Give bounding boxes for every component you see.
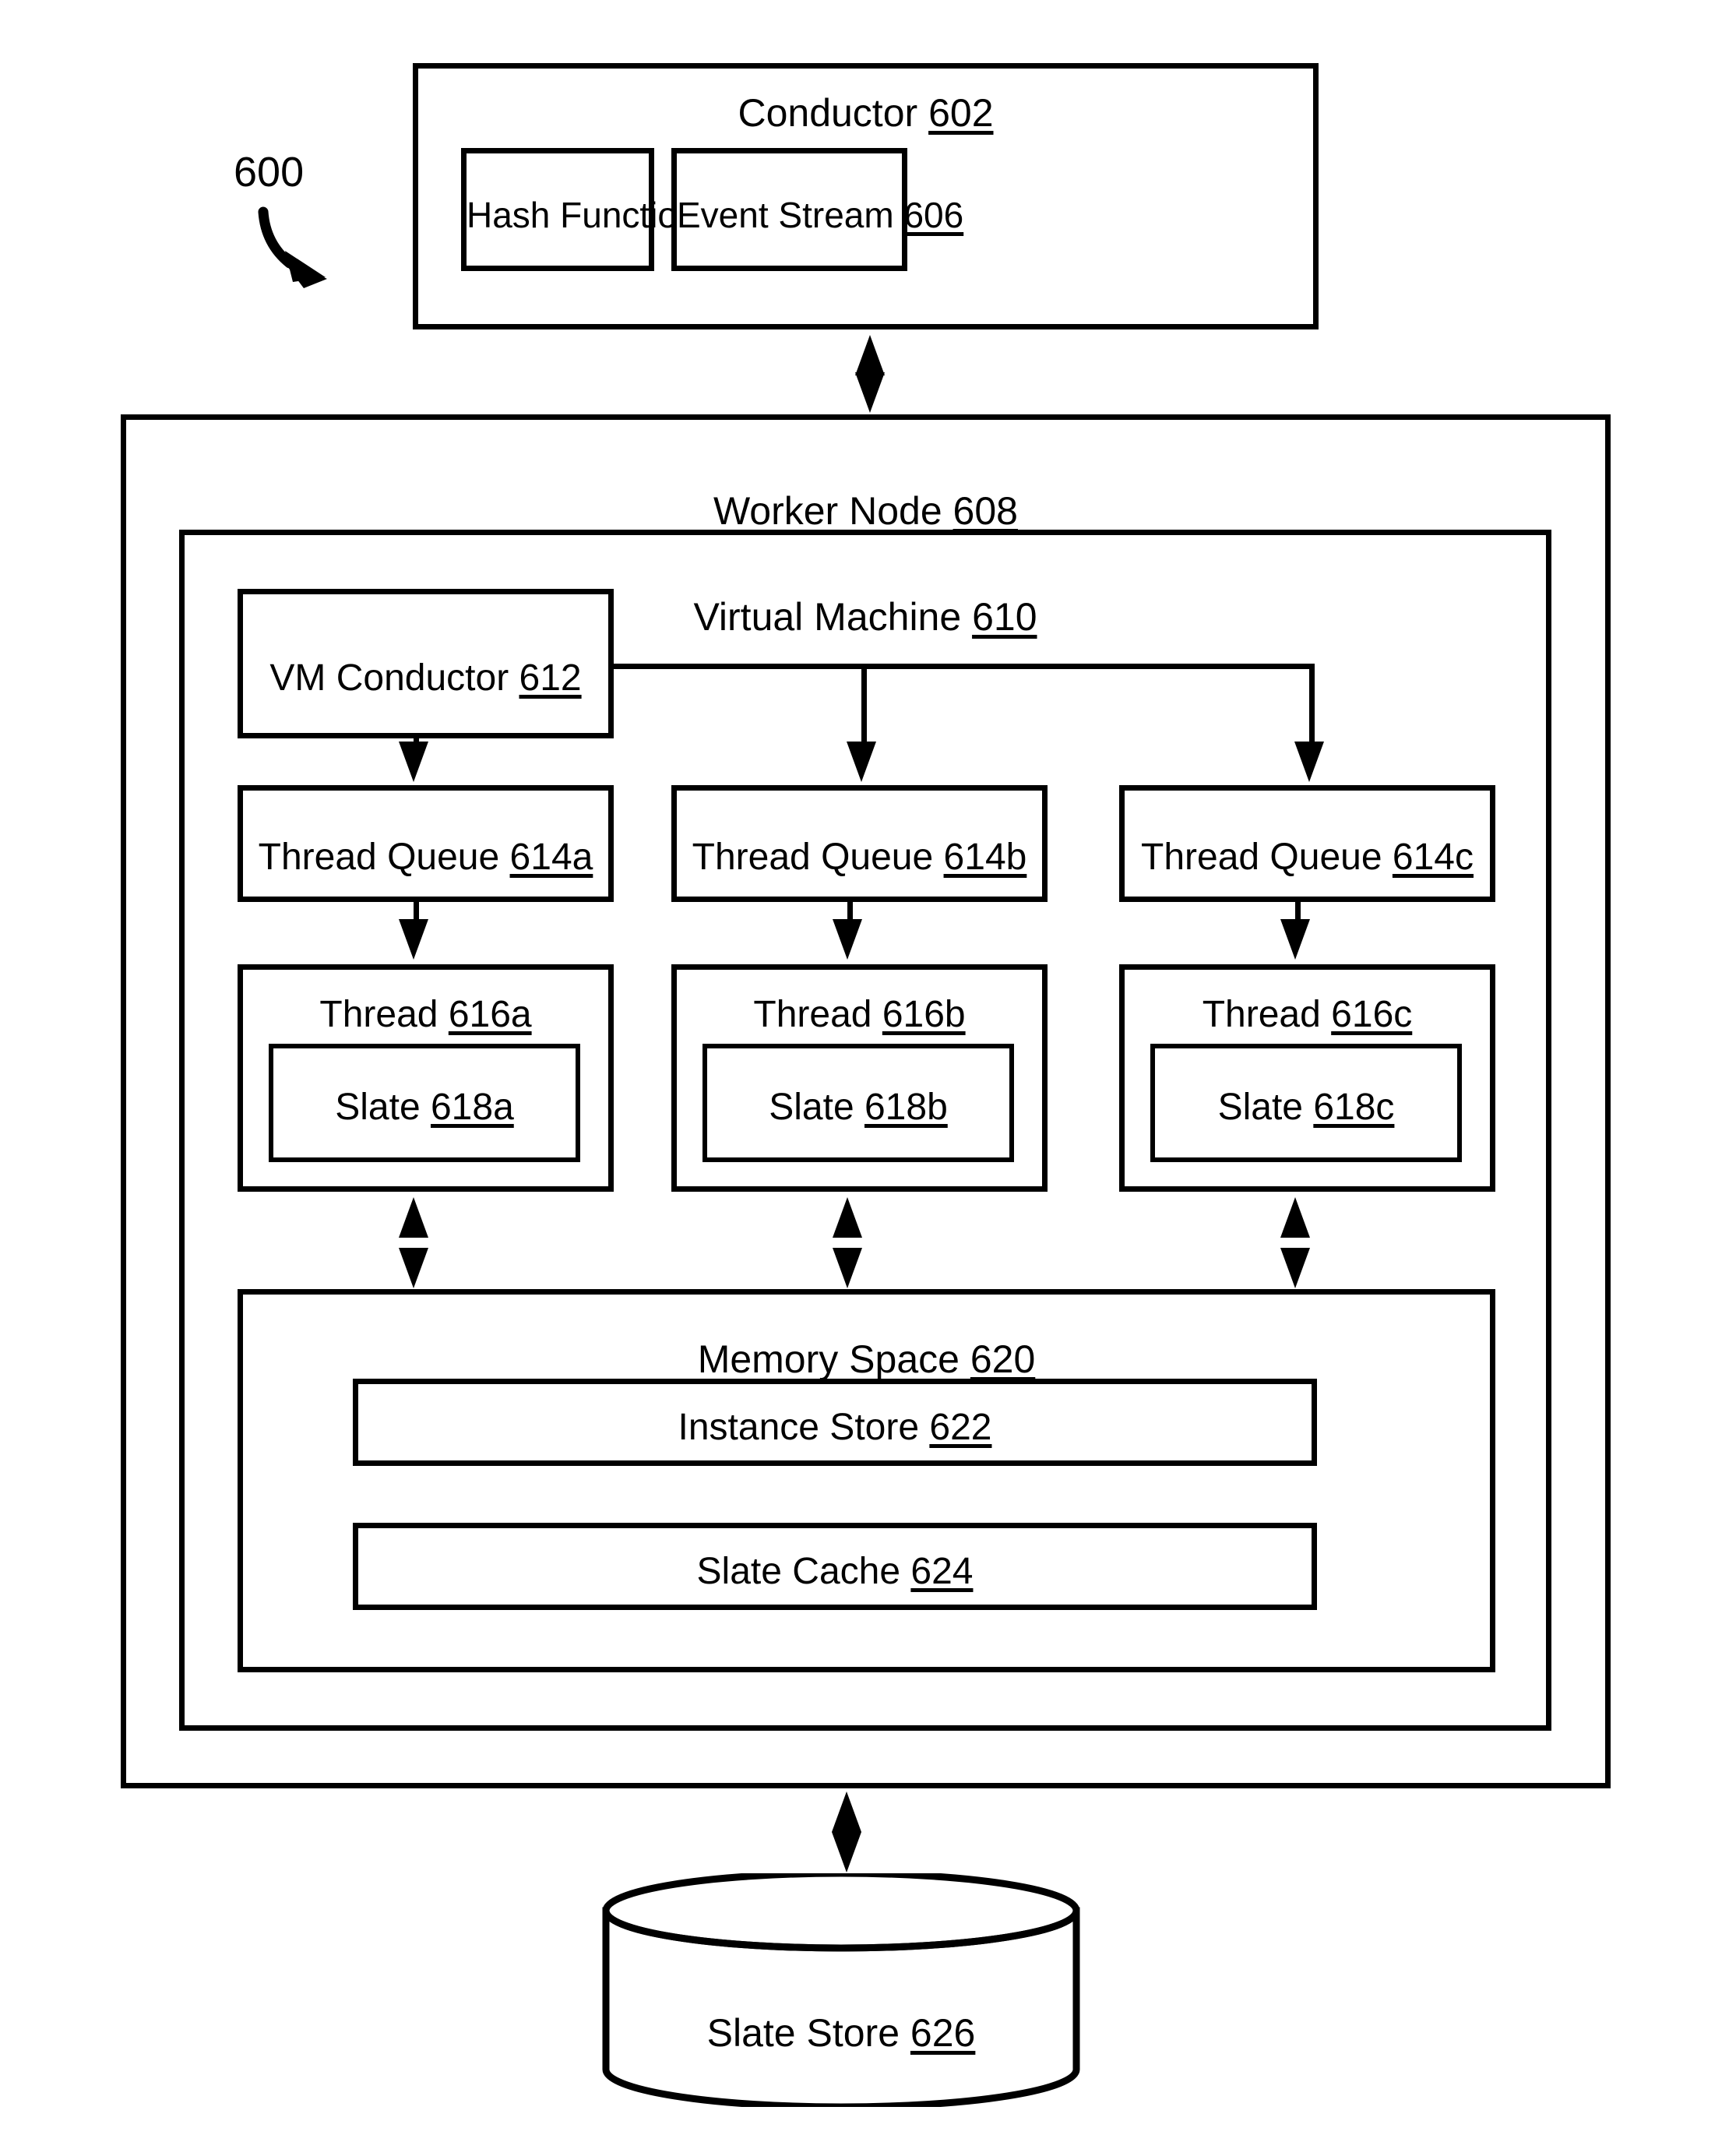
arrow-to-thread-queue-c-icon — [1294, 742, 1324, 782]
arrow-to-thread-a-icon — [399, 919, 428, 960]
slate-store-label: Slate Store 626 — [600, 2013, 1083, 2052]
instance-store-box: Instance Store 622 — [353, 1379, 1317, 1466]
slate-store-number: 626 — [910, 2011, 976, 2055]
slate-c-number: 618c — [1313, 1087, 1395, 1128]
slate-b-number: 618b — [864, 1087, 948, 1128]
database-cylinder-icon — [602, 1873, 1080, 2107]
thread-queue-c-label-text: Thread Queue — [1141, 837, 1382, 878]
memory-space-box: Memory Space 620 — [238, 1289, 1495, 1672]
vm-conductor-bus-line — [614, 664, 1315, 669]
thread-c-label: Thread 616c — [1125, 996, 1490, 1034]
slate-b-label: Slate 618b — [707, 1089, 1009, 1126]
slate-cache-label: Slate Cache 624 — [358, 1553, 1312, 1591]
thread-b-label-text: Thread — [753, 994, 872, 1035]
slate-b-box: Slate 618b — [702, 1044, 1014, 1162]
hash-function-label: Hash Function 604 — [467, 197, 767, 233]
thread-queue-a-box: Thread Queue 614a — [238, 785, 614, 902]
thread-queue-c-label: Thread Queue 614c — [1125, 839, 1490, 876]
conductor-title-number: 602 — [928, 91, 994, 135]
thread-queue-c-box: Thread Queue 614c — [1119, 785, 1495, 902]
instance-store-label: Instance Store 622 — [358, 1409, 1312, 1446]
thread-queue-a-label-text: Thread Queue — [258, 837, 500, 878]
thread-queue-b-box: Thread Queue 614b — [671, 785, 1048, 902]
thread-queue-b-label: Thread Queue 614b — [677, 839, 1042, 876]
slate-c-box: Slate 618c — [1150, 1044, 1462, 1162]
vm-conductor-label: VM Conductor 612 — [243, 660, 608, 697]
thread-a-label-text: Thread — [319, 994, 438, 1035]
event-stream-label-text: Event Stream — [677, 195, 894, 235]
slate-cache-number: 624 — [910, 1551, 974, 1592]
thread-queue-a-number: 614a — [509, 837, 593, 878]
event-stream-label: Event Stream 606 — [677, 195, 963, 235]
arrow-to-thread-b-icon — [833, 919, 862, 960]
slate-store-label-text: Slate Store — [706, 2011, 900, 2055]
thread-a-label: Thread 616a — [243, 996, 608, 1034]
slate-c-label-text: Slate — [1217, 1087, 1303, 1128]
event-stream-number: 606 — [903, 195, 964, 235]
conductor-title: Conductor 602 — [418, 93, 1313, 132]
instance-store-label-text: Instance Store — [678, 1407, 920, 1448]
thread-b-label: Thread 616b — [677, 996, 1042, 1034]
slate-a-label-text: Slate — [335, 1087, 421, 1128]
virtual-machine-title-text: Virtual Machine — [693, 595, 962, 639]
instance-store-number: 622 — [929, 1407, 992, 1448]
virtual-machine-title-number: 610 — [972, 595, 1037, 639]
worker-node-title: Worker Node 608 — [126, 491, 1605, 530]
thread-c-label-text: Thread — [1202, 994, 1321, 1035]
vm-conductor-branch-b — [861, 664, 867, 748]
memory-space-title-text: Memory Space — [697, 1337, 960, 1381]
thread-b-number: 616b — [882, 994, 966, 1035]
worker-node-title-text: Worker Node — [713, 489, 942, 533]
memory-space-title: Memory Space 620 — [243, 1340, 1490, 1379]
slate-a-number: 618a — [430, 1087, 514, 1128]
vm-conductor-branch-c — [1309, 664, 1315, 748]
thread-a-number: 616a — [448, 994, 532, 1035]
figure-reference-number: 600 — [234, 149, 305, 196]
slate-a-label: Slate 618a — [273, 1089, 576, 1126]
slate-store-cylinder: Slate Store 626 — [600, 1873, 1083, 2107]
conductor-title-text: Conductor — [738, 91, 918, 135]
thread-queue-a-label: Thread Queue 614a — [243, 839, 608, 876]
thread-queue-b-label-text: Thread Queue — [692, 837, 934, 878]
memory-space-title-number: 620 — [970, 1337, 1036, 1381]
vm-conductor-label-text: VM Conductor — [269, 657, 509, 699]
slate-b-label-text: Slate — [769, 1087, 854, 1128]
thread-c-number: 616c — [1331, 994, 1413, 1035]
slate-a-box: Slate 618a — [269, 1044, 580, 1162]
worker-node-title-number: 608 — [953, 489, 1018, 533]
event-stream-box: Event Stream 606 — [671, 148, 963, 271]
thread-queue-b-number: 614b — [943, 837, 1027, 878]
figure-canvas: 600 Conductor 602 Hash Function 604 Even… — [0, 0, 1736, 2142]
hash-function-label-text: Hash Function — [467, 195, 698, 235]
thread-queue-c-number: 614c — [1392, 837, 1474, 878]
arrow-to-thread-c-icon — [1280, 919, 1310, 960]
arrow-to-thread-queue-b-icon — [847, 742, 876, 782]
slate-cache-box: Slate Cache 624 — [353, 1523, 1317, 1610]
arrow-to-thread-queue-a-icon — [399, 742, 428, 782]
slate-cache-label-text: Slate Cache — [696, 1551, 901, 1592]
slate-c-label: Slate 618c — [1155, 1089, 1457, 1126]
hash-function-box: Hash Function 604 — [461, 148, 767, 271]
vm-conductor-number: 612 — [519, 657, 582, 699]
vm-conductor-box: VM Conductor 612 — [238, 589, 614, 738]
